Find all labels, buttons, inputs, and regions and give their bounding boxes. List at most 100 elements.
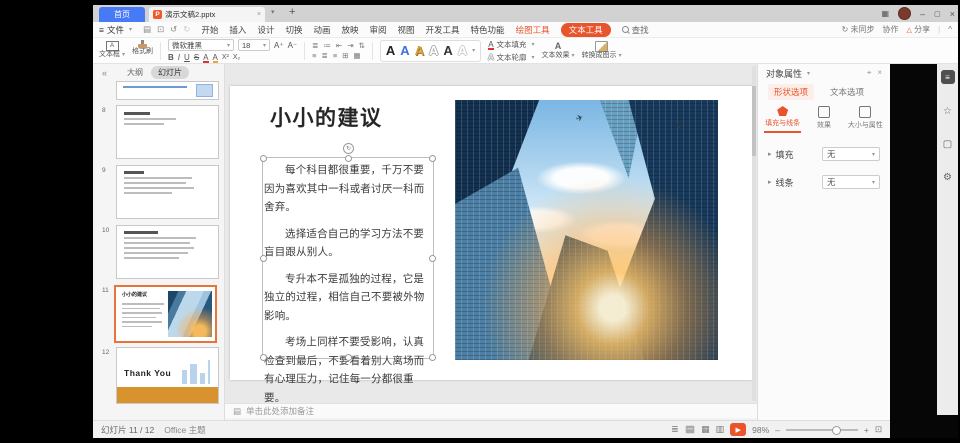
current-slide[interactable]: 小小的建议 ↻ 每个科目都很重要，千万不要因为喜欢其中一科或者讨厌一科而舍弃。 … [230,86,753,380]
avatar[interactable] [898,7,911,20]
menu-draw-tools[interactable]: 绘图工具 [516,24,550,36]
pages-icon[interactable]: ▢ [943,139,952,150]
align-left-icon[interactable]: ≡ [312,52,316,60]
expand-arrow-icon[interactable]: ▸ [768,178,772,186]
expand-arrow-icon[interactable]: ▸ [768,150,772,158]
resize-handle[interactable] [260,155,267,162]
font-size-select[interactable]: 18 ▾ [238,39,270,51]
save-icon[interactable]: ▤ [143,24,151,35]
subscript-icon[interactable]: X₂ [233,54,240,61]
slide-image-skyscrapers[interactable]: ✈ ✈ [455,100,718,360]
indent-increase-icon[interactable]: ⇥ [347,42,353,50]
menu-review[interactable]: 审阅 [370,24,387,36]
gear-icon[interactable]: ⚙ [943,172,952,183]
zoom-level[interactable]: 98% [752,425,769,435]
properties-rail-icon-active[interactable]: ≡ [941,70,955,84]
line-spacing-icon[interactable]: ⇅ [359,42,365,50]
convert-diagram-button[interactable]: 转换成图示▾ [582,41,622,60]
wordart-style-6[interactable]: A [458,44,467,57]
selected-text-box[interactable]: ↻ 每个科目都很重要，千万不要因为喜欢其中一科或者讨厌一科而舍弃。 选择适合自己… [262,157,434,359]
rotate-handle[interactable]: ↻ [343,143,354,154]
redo-icon[interactable]: ↻ [183,24,190,35]
workspace-grid-icon[interactable]: ▦ [882,9,890,18]
tab-outline[interactable]: 大纲 [127,67,143,78]
minimize-button[interactable]: – [920,9,925,19]
increase-font-icon[interactable]: A⁺ [274,41,284,50]
menu-animation[interactable]: 动画 [313,24,330,36]
slideshow-play-button[interactable]: ▶ [730,423,746,436]
normal-view-icon[interactable]: ▤ [685,425,696,434]
slide-thumbnail-8[interactable] [116,105,219,159]
bold-icon[interactable]: B [168,53,174,62]
italic-icon[interactable]: I [178,53,180,62]
zoom-slider-thumb[interactable] [832,426,841,435]
underline-icon[interactable]: U [184,53,190,62]
file-menu[interactable]: ≡ 文件 ▾ [99,24,132,36]
close-tab-icon[interactable]: × [257,11,261,18]
slide-thumbnail-7-partial[interactable] [116,81,219,100]
wordart-style-1[interactable]: A [386,44,395,57]
wordart-style-2[interactable]: A [400,44,409,57]
resize-handle[interactable] [429,255,436,262]
font-color-icon[interactable]: A [203,53,208,62]
close-panel-icon[interactable]: × [877,68,882,78]
text-outline-button[interactable]: A 文本轮廓 ▾ [488,52,534,63]
tab-slides[interactable]: 幻灯片 [151,66,189,79]
menu-text-tools[interactable]: 文本工具 [561,23,611,37]
resize-handle[interactable] [260,354,267,361]
resize-handle[interactable] [429,155,436,162]
star-icon[interactable]: ☆ [943,106,952,117]
resize-handle[interactable] [345,155,352,162]
menu-insert[interactable]: 插入 [229,24,246,36]
justify-icon[interactable]: ⊞ [342,52,348,60]
wordart-style-5[interactable]: A [443,44,452,57]
collapse-ribbon-icon[interactable]: ^ [948,25,952,34]
subtab-effects[interactable]: 效果 [805,106,842,133]
canvas-scrollbar[interactable] [752,66,756,401]
wordart-more-icon[interactable]: ▾ [472,47,475,54]
slide-title[interactable]: 小小的建议 [270,102,383,132]
undo-icon[interactable]: ↺ [170,24,177,35]
maximize-button[interactable]: ▢ [934,10,941,18]
menu-view[interactable]: 视图 [398,24,415,36]
tab-list-icon[interactable]: ▾ [271,8,275,16]
find-button[interactable]: 查找 [622,24,649,36]
bullets-icon[interactable]: ≣ [312,42,318,50]
collaborate-button[interactable]: 协作 [883,24,899,35]
print-icon[interactable]: ⊡ [157,24,164,35]
pin-panel-icon[interactable]: ⌖ [867,68,872,78]
superscript-icon[interactable]: X² [222,54,229,61]
tab-text-options[interactable]: 文本选项 [824,84,870,100]
slide-thumbnail-11-selected[interactable]: 小小的建议 [114,285,217,343]
subtab-size-properties[interactable]: 大小与属性 [847,106,884,133]
slide-thumbnail-12[interactable]: Thank You [116,347,219,404]
menu-slideshow[interactable]: 放映 [341,24,358,36]
strikethrough-icon[interactable]: S [194,53,199,62]
slide-thumbnail-10[interactable] [116,225,219,279]
close-button[interactable]: × [950,9,955,19]
tab-shape-options[interactable]: 形状选项 [768,84,814,100]
subtab-fill-line[interactable]: 填充与线条 [764,106,801,133]
align-center-icon[interactable]: ≣ [322,52,328,60]
highlight-color-icon[interactable]: A [213,53,218,62]
menu-start[interactable]: 开始 [201,24,218,36]
align-right-icon[interactable]: ≡ [333,52,337,60]
notes-bar[interactable]: ▤ 单击此处添加备注 [225,403,757,418]
resize-handle[interactable] [345,354,352,361]
fill-dropdown[interactable]: 无 ▾ [822,147,880,161]
menu-design[interactable]: 设计 [257,24,274,36]
slide-thumbnail-9[interactable] [116,165,219,219]
resize-handle[interactable] [260,255,267,262]
indent-decrease-icon[interactable]: ⇤ [336,42,342,50]
menu-features[interactable]: 特色功能 [471,24,505,36]
tab-document[interactable]: P 演示文稿2.pptx × [149,7,265,22]
fit-to-window-icon[interactable]: ⊡ [875,424,882,435]
new-tab-button[interactable]: + [289,6,295,18]
numbering-icon[interactable]: ≔ [323,42,331,50]
scrollbar-thumb[interactable] [752,86,756,156]
wordart-style-4[interactable]: A [429,44,438,57]
collapse-panel-icon[interactable]: « [102,68,107,78]
zoom-out-icon[interactable]: – [775,425,780,435]
zoom-slider[interactable] [786,429,858,431]
resize-handle[interactable] [429,354,436,361]
